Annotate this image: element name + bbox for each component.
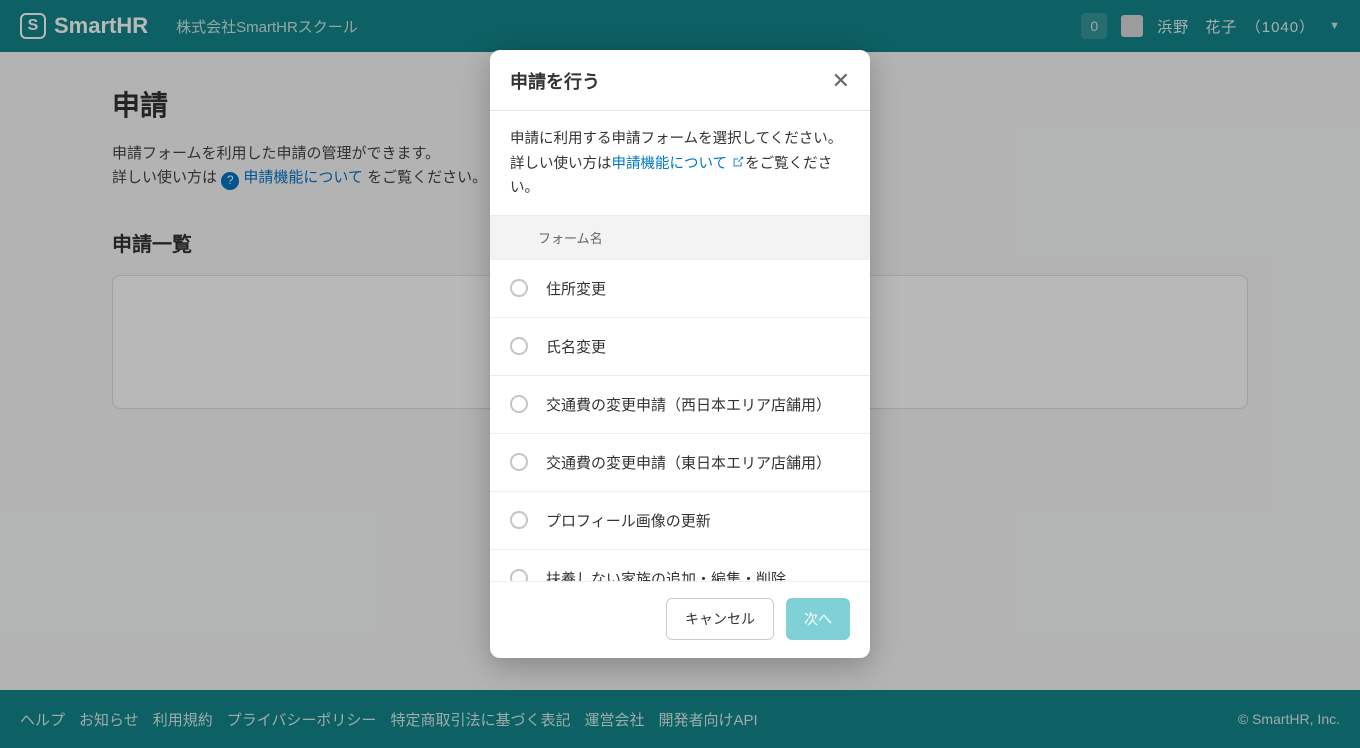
modal-desc-line1: 申請に利用する申請フォームを選択してください。: [510, 127, 850, 152]
modal-footer: キャンセル 次へ: [490, 581, 870, 658]
form-row[interactable]: 交通費の変更申請（西日本エリア店舗用）: [490, 376, 870, 434]
close-icon: ✕: [832, 68, 850, 93]
form-label: 住所変更: [546, 278, 606, 299]
modal-scrim[interactable]: 申請を行う ✕ 申請に利用する申請フォームを選択してください。 詳しい使い方は申…: [0, 0, 1360, 748]
application-modal: 申請を行う ✕ 申請に利用する申請フォームを選択してください。 詳しい使い方は申…: [490, 50, 870, 658]
radio-icon[interactable]: [510, 511, 528, 529]
form-label: 交通費の変更申請（東日本エリア店舗用）: [546, 452, 831, 473]
form-list-header: フォーム名: [490, 215, 870, 260]
modal-header: 申請を行う ✕: [490, 50, 870, 111]
form-label: 氏名変更: [546, 336, 606, 357]
form-list: 住所変更 氏名変更 交通費の変更申請（西日本エリア店舗用） 交通費の変更申請（東…: [490, 260, 870, 581]
radio-icon[interactable]: [510, 395, 528, 413]
radio-icon[interactable]: [510, 279, 528, 297]
form-row[interactable]: 交通費の変更申請（東日本エリア店舗用）: [490, 434, 870, 492]
modal-desc: 申請に利用する申請フォームを選択してください。 詳しい使い方は申請機能について …: [490, 111, 870, 215]
modal-desc-prefix: 詳しい使い方は: [510, 156, 612, 172]
radio-icon[interactable]: [510, 569, 528, 581]
form-label: 交通費の変更申請（西日本エリア店舗用）: [546, 394, 831, 415]
modal-desc-line2: 詳しい使い方は申請機能について をご覧ください。: [510, 152, 850, 201]
next-button[interactable]: 次へ: [786, 598, 850, 640]
form-label: プロフィール画像の更新: [546, 510, 711, 531]
form-row[interactable]: 扶養しない家族の追加・編集・削除: [490, 550, 870, 581]
external-link-icon: [731, 155, 745, 169]
modal-help-link[interactable]: 申請機能について: [612, 156, 728, 172]
form-row[interactable]: プロフィール画像の更新: [490, 492, 870, 550]
radio-icon[interactable]: [510, 337, 528, 355]
radio-icon[interactable]: [510, 453, 528, 471]
form-row[interactable]: 氏名変更: [490, 318, 870, 376]
form-label: 扶養しない家族の追加・編集・削除: [546, 568, 786, 581]
close-button[interactable]: ✕: [832, 70, 850, 92]
modal-title: 申請を行う: [510, 68, 600, 94]
form-row[interactable]: 住所変更: [490, 260, 870, 318]
cancel-button[interactable]: キャンセル: [666, 598, 774, 640]
